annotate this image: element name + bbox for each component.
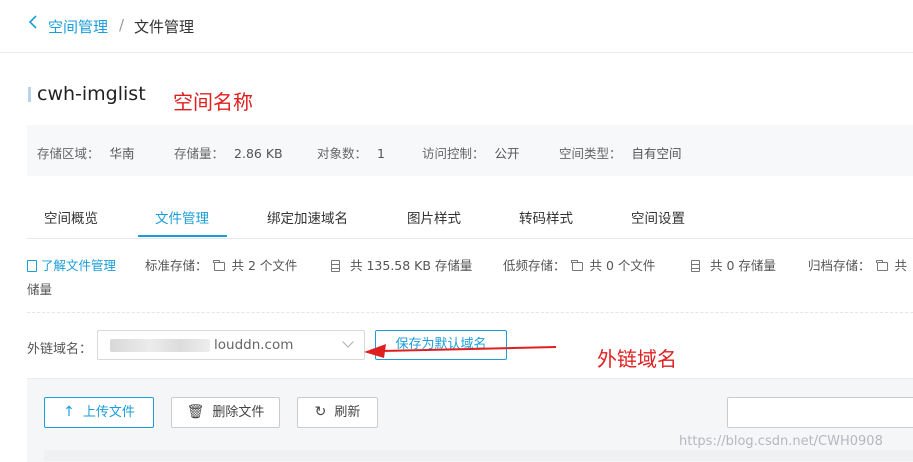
delete-file-button[interactable]: 🗑 删除文件 — [171, 397, 280, 428]
breadcrumb-separator: / — [119, 16, 125, 34]
tab-bar: 空间概览 文件管理 绑定加速域名 图片样式 转码样式 空间设置 — [27, 196, 913, 239]
folder-icon — [571, 260, 583, 271]
tab-file-management[interactable]: 文件管理 — [155, 207, 209, 227]
domain-label: 外链域名： — [27, 342, 93, 357]
file-list-area — [44, 450, 913, 461]
standard-storage-size: 共 135.58 KB 存储量 — [331, 255, 472, 274]
archive-storage-files: 归档存储：共 — [808, 258, 908, 273]
info-bucket-type: 空间类型： 自有空间 — [559, 146, 682, 161]
search-input[interactable] — [727, 397, 913, 428]
low-freq-storage-size: 共 0 存储量 — [691, 255, 776, 274]
active-tab-indicator — [138, 235, 227, 237]
title-accent-bar — [28, 87, 31, 102]
tab-transcode-style[interactable]: 转码样式 — [519, 207, 573, 227]
breadcrumb-parent-link[interactable]: 空间管理 — [48, 16, 108, 37]
breadcrumb-current: 文件管理 — [134, 18, 195, 36]
storage-stats: 了解文件管理 标准存储：共 2 个文件 共 135.58 KB 存储量 低频存储… — [27, 255, 913, 297]
bucket-name: cwh-imglist — [37, 83, 146, 105]
trash-icon: 🗑 — [186, 404, 205, 420]
info-access-control: 访问控制： 公开 — [422, 146, 520, 161]
folder-icon — [876, 260, 888, 271]
info-storage: 存储量： 2.86 KB — [174, 146, 283, 161]
storage-icon — [331, 260, 340, 272]
domain-annotation: 外链域名 — [597, 347, 677, 371]
arrow-up-icon: ↑ — [63, 404, 75, 420]
low-freq-storage-files: 低频存储：共 0 个文件 — [503, 258, 656, 273]
bucket-name-annotation: 空间名称 — [173, 90, 253, 114]
watermark: https://blog.csdn.net/CWH0908 — [679, 434, 883, 449]
refresh-icon: ↻ — [314, 404, 327, 420]
storage-icon — [691, 260, 700, 272]
bucket-info-strip: 存储区域： 华南 存储量： 2.86 KB 对象数： 1 访问控制： 公开 空间类型：自… — [27, 125, 913, 176]
document-icon — [27, 260, 37, 272]
info-region: 存储区域： 华南 — [37, 146, 135, 161]
stats-wrap-text: 储量 — [27, 282, 53, 297]
tab-image-style[interactable]: 图片样式 — [407, 207, 461, 227]
annotation-arrow-icon — [364, 344, 557, 358]
tab-bucket-settings[interactable]: 空间设置 — [631, 207, 685, 227]
domain-select-value: louddn.com — [214, 337, 294, 353]
chevron-down-icon — [342, 336, 354, 348]
upload-file-button[interactable]: ↑ 上传文件 — [44, 397, 154, 428]
folder-icon — [213, 260, 225, 271]
refresh-button[interactable]: ↻ 刷新 — [297, 397, 378, 428]
domain-select[interactable]: louddn.com — [97, 330, 365, 360]
section-divider — [27, 312, 913, 313]
tab-bind-domain[interactable]: 绑定加速域名 — [267, 207, 348, 227]
tab-overview[interactable]: 空间概览 — [44, 207, 98, 227]
learn-file-management-link[interactable]: 了解文件管理 — [27, 255, 116, 274]
chevron-left-icon[interactable] — [28, 14, 38, 34]
redacted-domain-prefix — [110, 339, 210, 352]
standard-storage-files: 标准存储：共 2 个文件 — [145, 258, 298, 273]
info-object-count: 对象数： 1 — [317, 146, 385, 161]
